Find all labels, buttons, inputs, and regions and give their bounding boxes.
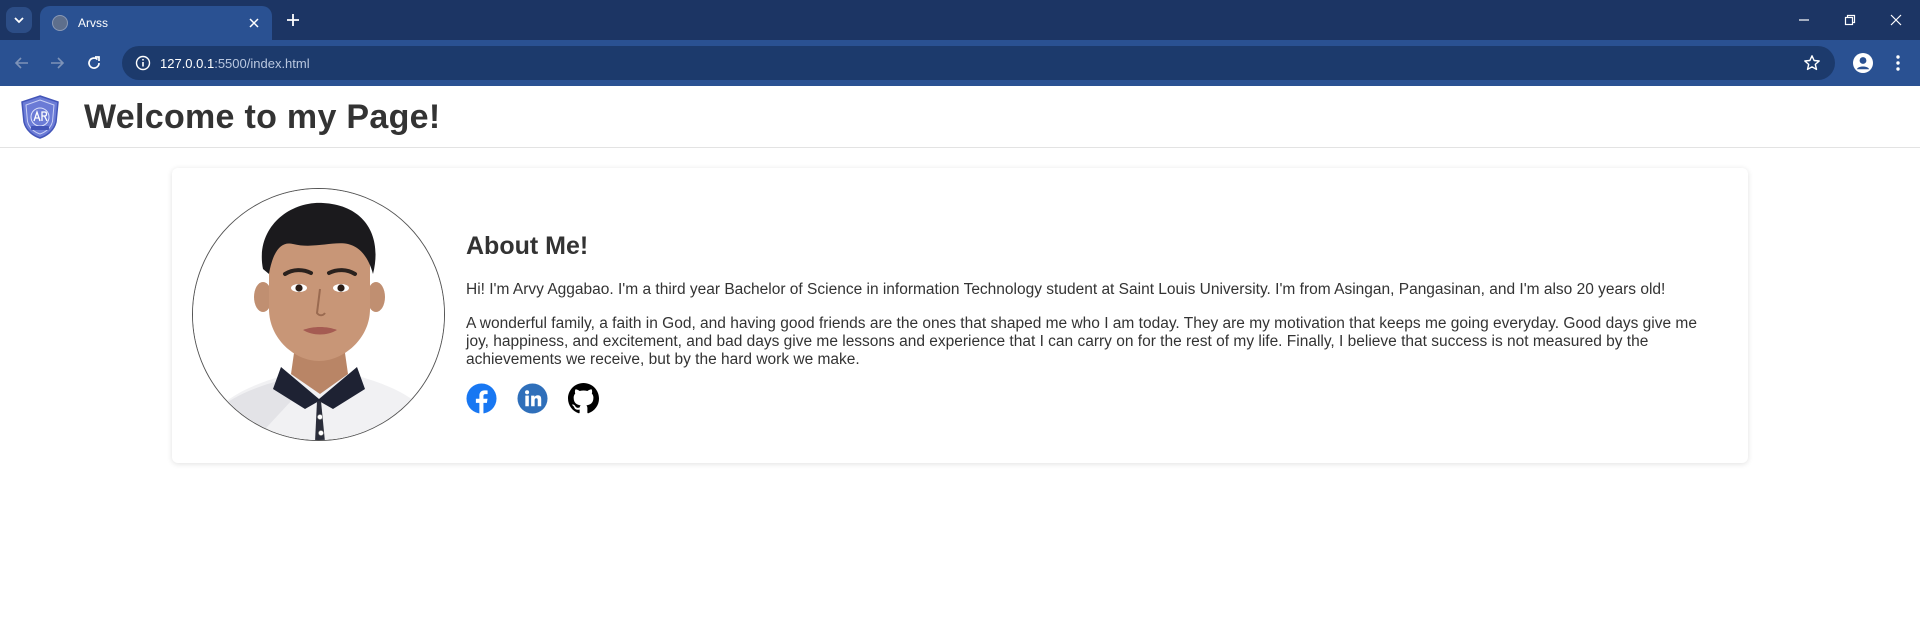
- close-icon: [1890, 14, 1902, 26]
- new-tab-button[interactable]: [282, 9, 304, 31]
- tab-strip: Arvss: [0, 0, 1920, 40]
- about-paragraph-intro: Hi! I'm Arvy Aggabao. I'm a third year B…: [466, 281, 1666, 298]
- close-icon: [249, 18, 259, 28]
- globe-icon: [52, 15, 68, 31]
- info-icon: [135, 55, 151, 71]
- site-info-button[interactable]: [126, 46, 160, 80]
- profile-button[interactable]: [1850, 50, 1876, 76]
- restore-button[interactable]: [1828, 8, 1872, 32]
- restore-icon: [1844, 14, 1856, 26]
- back-button[interactable]: [10, 51, 34, 75]
- chevron-down-icon: [14, 17, 24, 24]
- plus-icon: [287, 14, 299, 26]
- browser-toolbar: 127.0.0.1:5500/index.html: [0, 40, 1920, 86]
- profile-photo: [192, 188, 445, 441]
- linkedin-icon: [517, 383, 548, 414]
- tab-title: Arvss: [78, 16, 108, 30]
- close-window-button[interactable]: [1874, 8, 1918, 32]
- profile-icon: [1853, 53, 1873, 73]
- url-path: :5500/index.html: [214, 55, 310, 71]
- about-card: About Me! Hi! I'm Arvy Aggabao. I'm a th…: [172, 168, 1748, 463]
- tab-search-button[interactable]: [6, 7, 32, 33]
- reload-icon: [88, 56, 100, 69]
- shield-logo-icon[interactable]: [18, 94, 62, 140]
- github-link[interactable]: [568, 383, 599, 414]
- more-vert-icon: [1896, 55, 1900, 71]
- linkedin-link[interactable]: [517, 383, 548, 414]
- browser-menu-button[interactable]: [1886, 50, 1910, 76]
- minimize-button[interactable]: [1782, 8, 1826, 32]
- browser-tab[interactable]: Arvss: [40, 6, 272, 40]
- about-paragraph-values: A wonderful family, a faith in God, and …: [466, 315, 1697, 368]
- site-header: Welcome to my Page!: [0, 86, 1920, 148]
- minimize-icon: [1799, 19, 1809, 21]
- github-icon: [568, 383, 599, 414]
- forward-button[interactable]: [45, 51, 69, 75]
- about-heading: About Me!: [466, 232, 589, 260]
- arrow-right-icon: [51, 57, 65, 69]
- page-title: Welcome to my Page!: [84, 98, 441, 136]
- arrow-left-icon: [14, 57, 28, 69]
- social-links: [466, 383, 1716, 414]
- about-section: About Me! Hi! I'm Arvy Aggabao. I'm a th…: [466, 232, 1716, 414]
- url-text: 127.0.0.1:5500/index.html: [160, 56, 310, 71]
- address-bar[interactable]: 127.0.0.1:5500/index.html: [122, 46, 1835, 80]
- facebook-icon: [466, 383, 497, 414]
- tab-close-button[interactable]: [244, 13, 264, 33]
- reload-button[interactable]: [82, 51, 106, 75]
- profile-photo-image: [193, 189, 444, 440]
- bookmark-star-icon[interactable]: [1803, 54, 1821, 72]
- facebook-link[interactable]: [466, 383, 497, 414]
- url-host: 127.0.0.1: [160, 55, 215, 71]
